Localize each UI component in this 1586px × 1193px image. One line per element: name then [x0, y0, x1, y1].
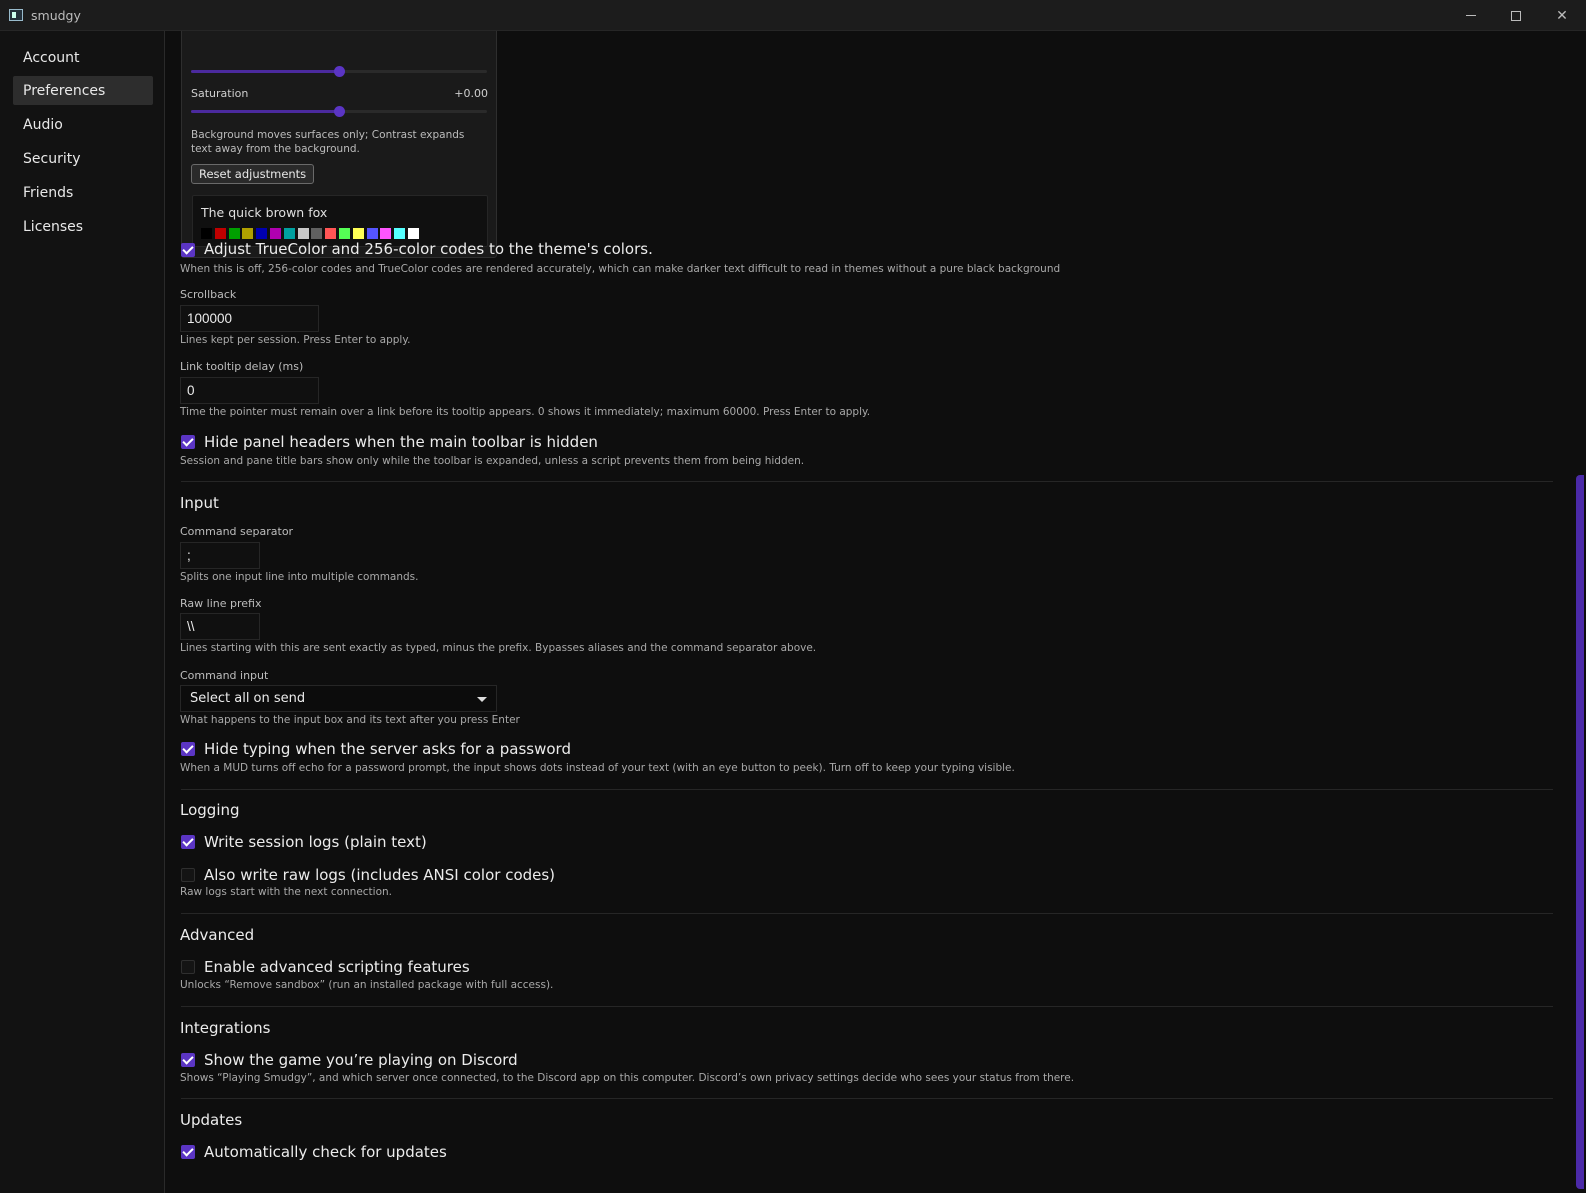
palette-swatch — [283, 228, 295, 239]
scrollbar-thumb[interactable] — [1576, 475, 1584, 1189]
command-input-label: Command input — [180, 669, 269, 682]
close-button[interactable]: ✕ — [1539, 0, 1585, 31]
raw-prefix-input[interactable] — [180, 613, 260, 640]
palette-swatch — [311, 228, 323, 239]
hide-password-hint: When a MUD turns off echo for a password… — [180, 762, 1015, 774]
auto-update-label: Automatically check for updates — [204, 1143, 447, 1161]
adjustments-note: Background moves surfaces only; Contrast… — [191, 129, 465, 155]
palette-swatch — [394, 228, 406, 239]
palette-swatch — [242, 228, 254, 239]
minimize-icon — [1466, 15, 1476, 16]
reset-adjustments-button[interactable]: Reset adjustments — [191, 164, 315, 184]
tooltip-delay-input[interactable] — [180, 377, 319, 404]
sidebar-item-licenses[interactable]: Licenses — [13, 212, 153, 241]
advanced-scripting-label: Enable advanced scripting features — [204, 958, 470, 976]
discord-hint: Shows “Playing Smudgy”, and which server… — [180, 1072, 1075, 1084]
sidebar-item-security[interactable]: Security — [13, 144, 153, 173]
updates-section-title: Updates — [180, 1111, 243, 1129]
preview-text: The quick brown fox — [201, 205, 328, 220]
background-slider-fill — [191, 70, 339, 73]
maximize-button[interactable] — [1493, 0, 1539, 31]
command-input-select[interactable]: Select all on send — [180, 685, 497, 712]
raw-prefix-hint: Lines starting with this are sent exactl… — [180, 642, 817, 654]
advanced-scripting-checkbox[interactable] — [181, 960, 195, 974]
background-slider[interactable] — [191, 66, 487, 77]
palette-swatch — [325, 228, 337, 239]
background-slider-thumb[interactable] — [334, 66, 345, 77]
appearance-adjustments-panel: Saturation +0.00 Background moves surfac… — [181, 31, 497, 258]
section-divider — [181, 1098, 1553, 1099]
sidebar-item-audio[interactable]: Audio — [13, 110, 153, 139]
palette-swatch — [228, 228, 240, 239]
section-divider — [181, 1006, 1553, 1007]
app-icon — [9, 9, 23, 21]
saturation-slider[interactable] — [191, 106, 487, 117]
hide-headers-checkbox[interactable] — [181, 435, 195, 449]
palette-swatch — [256, 228, 268, 239]
palette-swatch — [214, 228, 226, 239]
section-divider — [181, 789, 1553, 790]
advanced-scripting-hint: Unlocks “Remove sandbox” (run an install… — [180, 979, 554, 991]
advanced-section-title: Advanced — [180, 926, 255, 944]
scrollback-label: Scrollback — [180, 288, 237, 301]
sidebar: Account Preferences Audio Security Frien… — [0, 31, 165, 1193]
input-section-title: Input — [180, 494, 219, 512]
palette-swatch — [270, 228, 281, 239]
palette-swatch — [408, 228, 419, 239]
section-divider — [181, 913, 1553, 914]
scrollback-input[interactable] — [180, 305, 319, 332]
minimize-button[interactable] — [1448, 0, 1494, 31]
command-input-value: Select all on send — [190, 691, 306, 706]
raw-logs-label: Also write raw logs (includes ANSI color… — [204, 866, 556, 884]
discord-checkbox[interactable] — [181, 1053, 195, 1067]
scrollback-hint: Lines kept per session. Press Enter to a… — [180, 334, 411, 346]
hide-password-checkbox[interactable] — [181, 742, 195, 756]
raw-logs-checkbox[interactable] — [181, 868, 195, 882]
palette-swatch — [339, 228, 350, 239]
logging-section-title: Logging — [180, 801, 240, 819]
saturation-value: +0.00 — [454, 87, 488, 100]
hide-password-label: Hide typing when the server asks for a p… — [204, 740, 571, 758]
palette-swatch — [380, 228, 392, 239]
chevron-down-icon — [477, 697, 487, 702]
preferences-content: Saturation +0.00 Background moves surfac… — [165, 31, 1570, 1193]
hide-headers-hint: Session and pane title bars show only wh… — [180, 455, 805, 467]
tooltip-delay-label: Link tooltip delay (ms) — [180, 360, 304, 373]
truecolor-label: Adjust TrueColor and 256-color codes to … — [204, 240, 653, 258]
palette-swatch — [201, 228, 212, 239]
section-divider — [181, 481, 1553, 482]
close-icon: ✕ — [1556, 7, 1568, 24]
palette-swatch — [366, 228, 378, 239]
session-logs-checkbox[interactable] — [181, 835, 195, 849]
command-separator-input[interactable] — [180, 542, 260, 569]
sidebar-item-friends[interactable]: Friends — [13, 178, 153, 207]
discord-label: Show the game you’re playing on Discord — [204, 1051, 518, 1069]
command-input-hint: What happens to the input box and its te… — [180, 714, 520, 726]
saturation-label: Saturation — [191, 87, 249, 100]
auto-update-checkbox[interactable] — [181, 1145, 195, 1159]
saturation-slider-fill — [191, 110, 339, 113]
window-title: smudgy — [31, 8, 81, 23]
truecolor-hint: When this is off, 256-color codes and Tr… — [180, 263, 1061, 275]
sidebar-item-account[interactable]: Account — [13, 43, 153, 72]
integrations-section-title: Integrations — [180, 1019, 271, 1037]
saturation-slider-thumb[interactable] — [334, 106, 345, 117]
palette-swatch — [297, 228, 309, 239]
tooltip-delay-hint: Time the pointer must remain over a link… — [180, 406, 871, 418]
content-scrollbar[interactable] — [1570, 31, 1586, 1193]
maximize-icon — [1511, 10, 1521, 21]
hide-headers-label: Hide panel headers when the main toolbar… — [204, 433, 598, 451]
command-separator-hint: Splits one input line into multiple comm… — [180, 571, 419, 583]
truecolor-checkbox[interactable] — [181, 243, 195, 257]
sidebar-item-preferences[interactable]: Preferences — [13, 76, 153, 105]
raw-logs-hint: Raw logs start with the next connection. — [180, 886, 393, 898]
command-separator-label: Command separator — [180, 525, 294, 538]
raw-prefix-label: Raw line prefix — [180, 597, 262, 610]
session-logs-label: Write session logs (plain text) — [204, 833, 427, 851]
title-bar: smudgy ✕ — [0, 0, 1586, 31]
palette-swatch — [352, 228, 364, 239]
